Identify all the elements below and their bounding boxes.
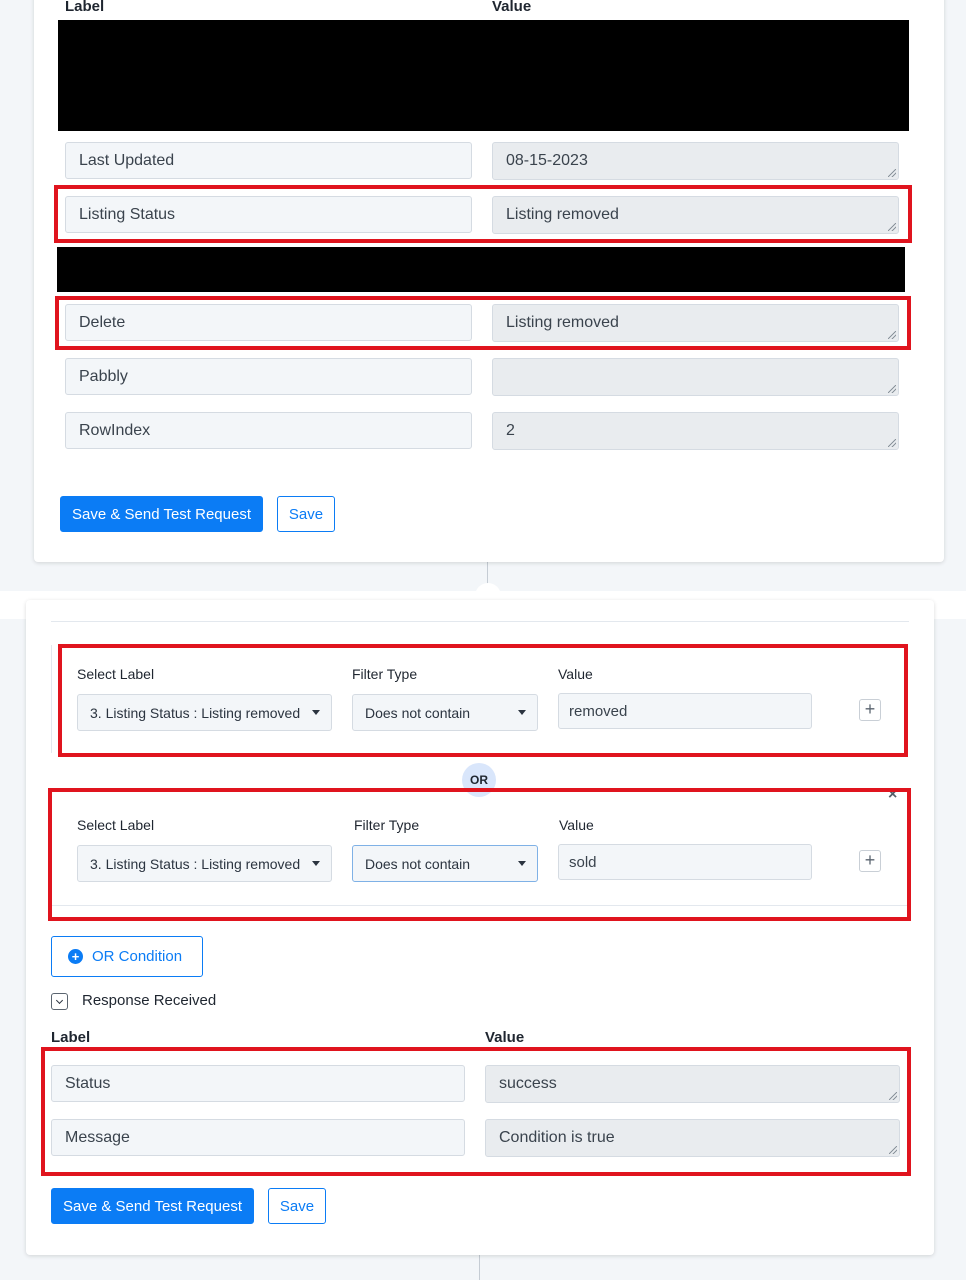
save-button[interactable]: Save (268, 1188, 326, 1224)
value-field-last-updated[interactable]: 08-15-2023 (492, 142, 899, 180)
condition-box-border (51, 645, 52, 753)
label-field-pabbly[interactable]: Pabbly (65, 358, 472, 395)
value-column-header: Value (485, 1029, 525, 1046)
response-received-label: Response Received (82, 992, 217, 1009)
or-condition-label: OR Condition (92, 948, 183, 965)
or-condition-button[interactable]: + OR Condition (51, 936, 203, 977)
divider (51, 621, 909, 622)
value-column-header: Value (492, 0, 532, 15)
highlight-box (41, 1047, 911, 1176)
collapse-toggle[interactable] (51, 993, 68, 1010)
label-field-last-updated[interactable]: Last Updated (65, 142, 472, 179)
highlight-box (54, 185, 912, 243)
plus-circle-icon: + (68, 949, 83, 964)
highlight-box (55, 296, 911, 350)
chevron-down-icon (55, 996, 64, 1004)
save-send-test-request-button[interactable]: Save & Send Test Request (51, 1188, 254, 1224)
workflow-connector-bottom (479, 1254, 480, 1280)
save-button[interactable]: Save (277, 496, 335, 532)
highlight-box (58, 644, 908, 757)
value-field-rowindex[interactable]: 2 (492, 412, 899, 450)
redacted-block (57, 247, 905, 292)
label-column-header: Label (51, 1029, 91, 1046)
save-send-test-request-button[interactable]: Save & Send Test Request (60, 496, 263, 532)
value-field-pabbly[interactable] (492, 358, 899, 396)
redacted-block (58, 20, 909, 131)
label-field-rowindex[interactable]: RowIndex (65, 412, 472, 449)
label-column-header: Label (65, 0, 105, 15)
highlight-box (48, 788, 911, 921)
